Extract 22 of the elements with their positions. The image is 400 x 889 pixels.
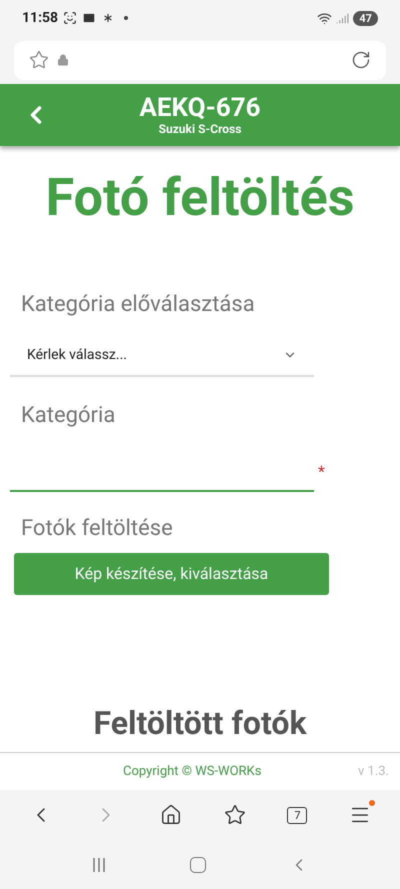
home-icon[interactable] <box>160 804 182 826</box>
tabs-button[interactable]: 7 <box>287 806 308 824</box>
preselect-label: Kategória előválasztása <box>21 291 256 319</box>
lock-icon <box>57 54 69 66</box>
category-select[interactable]: Kérlek válassz... <box>10 335 314 377</box>
plate-title: AEKQ-676 <box>139 94 261 122</box>
upload-label: Fotók feltöltése <box>21 515 174 543</box>
home-button[interactable] <box>190 856 206 872</box>
recent-apps-icon[interactable] <box>91 856 108 872</box>
wifi-icon <box>317 10 332 26</box>
uploaded-photos-heading: Feltöltött fotók <box>92 705 308 741</box>
reload-icon[interactable] <box>351 50 371 70</box>
version-text: v 1.3. <box>358 762 389 781</box>
copyright-text: Copyright © WS-WORKs <box>123 762 262 781</box>
star-icon[interactable] <box>29 50 49 70</box>
bookmarks-icon[interactable] <box>224 804 246 826</box>
car-model: Suzuki S-Cross <box>158 122 242 136</box>
battery-indicator: 47 <box>353 10 378 26</box>
page-title: Fotó feltöltés <box>44 166 356 230</box>
status-time: 11:58 <box>22 8 58 28</box>
category-label: Kategória <box>21 402 116 430</box>
required-mark: * <box>318 461 325 483</box>
